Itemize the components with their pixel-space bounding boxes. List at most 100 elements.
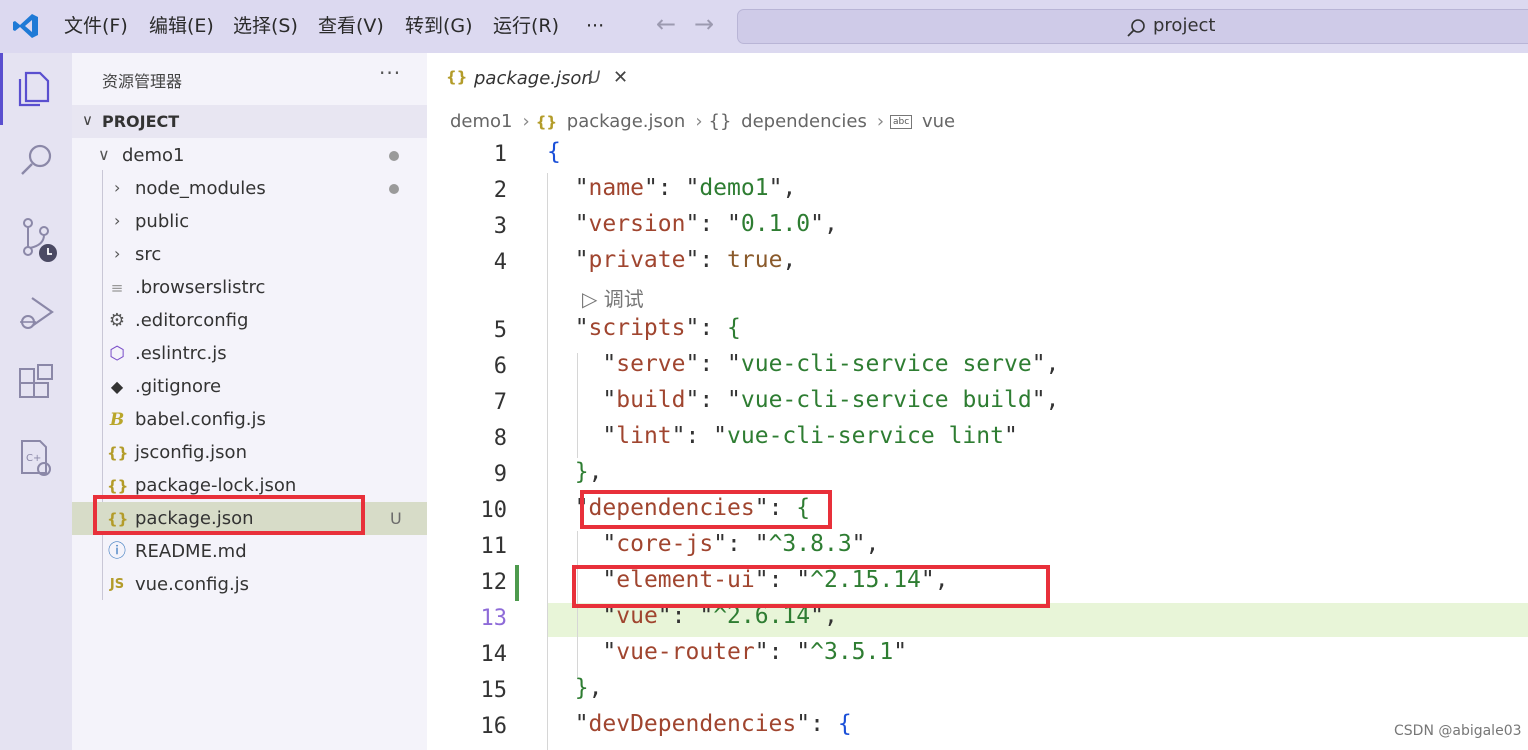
remote-explorer-activity[interactable]: C+: [0, 425, 72, 485]
tree-item-label: README.md: [135, 541, 247, 562]
line-number: 14: [480, 642, 508, 667]
code-token: ": ": [685, 211, 741, 237]
svg-text:C+: C+: [26, 453, 41, 464]
line-number: 12: [480, 570, 508, 595]
string-icon: abc: [890, 115, 913, 129]
menu-run[interactable]: 运行(R): [493, 0, 559, 53]
code-token: ": [547, 531, 617, 557]
code-token: ": [547, 351, 617, 377]
menu-selection[interactable]: 选择(S): [233, 0, 298, 53]
run-debug-activity[interactable]: [0, 278, 72, 338]
chevron-right-icon: ›: [114, 178, 121, 197]
tree-item-public[interactable]: › public: [72, 205, 427, 238]
extensions-icon: [19, 364, 53, 398]
tree-item-eslintrc[interactable]: ⬡ .eslintrc.js: [72, 337, 427, 370]
line-number: 16: [480, 714, 508, 739]
untracked-badge: U: [390, 509, 402, 528]
code-token: ": [547, 387, 617, 413]
code-token: ": ": [713, 531, 769, 557]
command-center-search[interactable]: project: [737, 9, 1528, 44]
back-arrow-icon[interactable]: ←: [656, 10, 676, 38]
code-token: ": [547, 711, 589, 737]
tab-status: U: [588, 68, 601, 88]
line-number: 15: [480, 678, 508, 703]
line-number: 10: [480, 498, 508, 523]
code-token: ": [547, 175, 589, 201]
tree-item-jsconfig[interactable]: {} jsconfig.json: [72, 436, 427, 469]
menu-edit[interactable]: 编辑(E): [149, 0, 214, 53]
tree-item-gitignore[interactable]: ◆ .gitignore: [72, 370, 427, 403]
code-token: {: [727, 315, 741, 341]
code-line: "scripts": {: [547, 315, 741, 341]
tree-item-babel-config[interactable]: B babel.config.js: [72, 403, 427, 436]
close-icon[interactable]: ✕: [613, 67, 628, 88]
source-control-activity[interactable]: [0, 203, 72, 263]
breadcrumb-item-demo1[interactable]: demo1: [450, 111, 513, 132]
tree-item-label: demo1: [122, 145, 185, 166]
tree-item-label: src: [135, 244, 162, 265]
code-line: "build": "vue-cli-service build",: [547, 387, 1059, 413]
tree-item-vue-config[interactable]: JS vue.config.js: [72, 568, 427, 601]
codelens-debug[interactable]: ▷ 调试: [582, 283, 644, 312]
menu-file[interactable]: 文件(F): [64, 0, 128, 53]
code-line: },: [547, 459, 603, 485]
forward-arrow-icon[interactable]: →: [694, 10, 714, 38]
code-token: version: [588, 211, 686, 237]
tree-item-readme[interactable]: ⓘ README.md: [72, 535, 427, 568]
project-section-header[interactable]: ∨ PROJECT: [72, 105, 427, 138]
code-token: true: [727, 247, 783, 273]
js-icon: JS: [109, 577, 125, 592]
code-token: ^3.5.1: [810, 639, 894, 665]
modified-dot: [389, 151, 399, 161]
tab-package-json[interactable]: {} package.json U ✕: [427, 53, 637, 106]
activity-bar: C+: [0, 53, 72, 750]
extensions-activity[interactable]: [0, 351, 72, 411]
tree-item-label: .gitignore: [135, 376, 222, 397]
menu-go[interactable]: 转到(G): [405, 0, 473, 53]
tree-item-label: package-lock.json: [135, 475, 297, 496]
code-token: ": ": [671, 423, 728, 449]
annotation-box-dependencies: [580, 490, 832, 529]
code-line: "core-js": "^3.8.3",: [547, 531, 879, 557]
explorer-title: 资源管理器: [102, 72, 183, 91]
code-token: ,: [588, 675, 603, 701]
breadcrumb-item-vue[interactable]: vue: [922, 111, 955, 132]
babel-icon: B: [109, 410, 125, 430]
tree-item-src[interactable]: › src: [72, 238, 427, 271]
title-bar: 文件(F) 编辑(E) 选择(S) 查看(V) 转到(G) 运行(R) ··· …: [0, 0, 1528, 53]
tree-item-label: .browserslistrc: [135, 277, 266, 298]
chevron-right-icon: ›: [114, 211, 121, 230]
tree-item-demo1[interactable]: ∨ demo1: [72, 139, 427, 172]
tree-item-browserslistrc[interactable]: ≡ .browserslistrc: [72, 271, 427, 304]
chevron-down-icon: ∨: [82, 111, 93, 129]
menu-view[interactable]: 查看(V): [318, 0, 384, 53]
tree-item-label: vue.config.js: [135, 574, 250, 595]
code-token: ",: [851, 531, 880, 557]
code-token: ": ": [754, 639, 811, 665]
annotation-box-package-json: [93, 495, 365, 535]
tree-item-editorconfig[interactable]: ⚙ .editorconfig: [72, 304, 427, 337]
info-icon: ⓘ: [108, 541, 126, 562]
modified-dot: [389, 184, 399, 194]
breadcrumb-item-file[interactable]: package.json: [567, 111, 686, 132]
code-line: {: [547, 139, 561, 165]
menu-more[interactable]: ···: [586, 0, 604, 53]
breadcrumb-item-dependencies[interactable]: dependencies: [741, 111, 867, 132]
code-token: }: [574, 675, 589, 701]
tree-item-node-modules[interactable]: › node_modules: [72, 172, 427, 205]
line-number: 4: [493, 250, 507, 275]
code-token: ": ": [685, 351, 741, 377]
code-token: vue-cli-service serve: [740, 351, 1032, 377]
line-number: 8: [493, 426, 507, 451]
tree-item-label: .editorconfig: [135, 310, 249, 331]
line-number: 9: [493, 462, 507, 487]
code-token: lint: [616, 423, 672, 449]
line-number: 11: [480, 534, 508, 559]
search-activity[interactable]: [0, 128, 72, 188]
explorer-activity[interactable]: [0, 53, 72, 125]
code-token: private: [588, 247, 686, 273]
run-debug-icon: [20, 297, 54, 329]
watermark: CSDN @abigale03: [1394, 723, 1522, 739]
explorer-more-button[interactable]: ···: [379, 61, 401, 85]
